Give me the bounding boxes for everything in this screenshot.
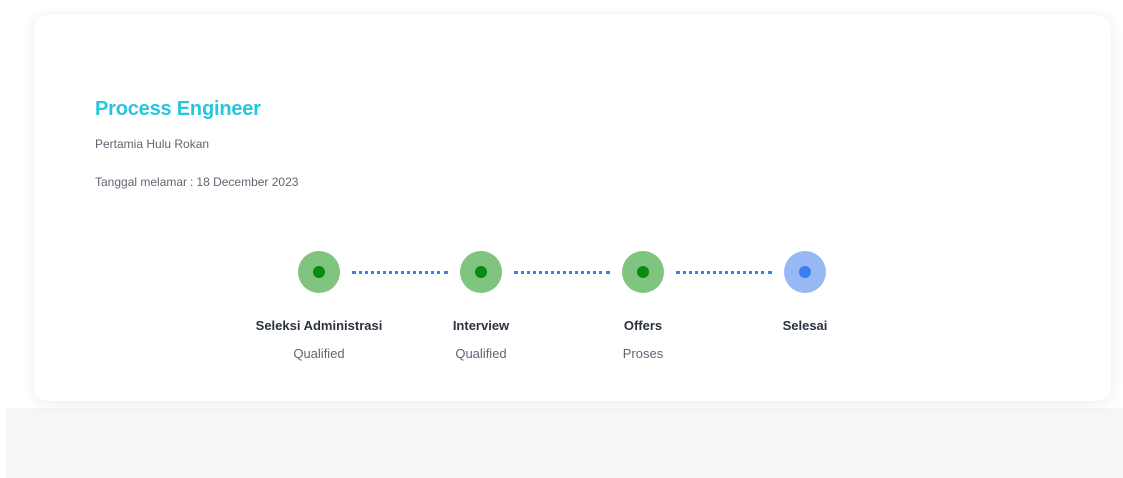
page: Process Engineer Pertamia Hulu Rokan Tan… bbox=[0, 0, 1123, 478]
step-status-offers: Proses bbox=[622, 346, 664, 361]
job-title[interactable]: Process Engineer bbox=[95, 98, 261, 121]
step-indicator-finished bbox=[784, 251, 826, 293]
step-label-interview: Interview bbox=[452, 318, 510, 333]
step-label-finished: Selesai bbox=[782, 318, 828, 333]
step-status-interview: Qualified bbox=[455, 346, 507, 361]
page-footer-area bbox=[6, 408, 1123, 478]
step-label-administration: Seleksi Administrasi bbox=[255, 318, 383, 333]
applied-date-value: 18 December 2023 bbox=[196, 175, 299, 189]
step-connector bbox=[352, 271, 448, 274]
applied-date: Tanggal melamar:18 December 2023 bbox=[95, 175, 298, 189]
step-connector bbox=[676, 271, 772, 274]
step-dot bbox=[475, 266, 487, 278]
step-status-administration: Qualified bbox=[293, 346, 345, 361]
step-dot bbox=[637, 266, 649, 278]
step-indicator-administration bbox=[298, 251, 340, 293]
application-card: Process Engineer Pertamia Hulu Rokan Tan… bbox=[34, 15, 1111, 401]
step-dot bbox=[799, 266, 811, 278]
company-name: Pertamia Hulu Rokan bbox=[95, 137, 210, 151]
step-indicator-offers bbox=[622, 251, 664, 293]
step-label-offers: Offers bbox=[623, 318, 663, 333]
step-dot bbox=[313, 266, 325, 278]
step-indicator-interview bbox=[460, 251, 502, 293]
applied-date-separator: : bbox=[190, 175, 194, 189]
step-connector bbox=[514, 271, 610, 274]
applied-date-label: Tanggal melamar bbox=[95, 175, 188, 189]
